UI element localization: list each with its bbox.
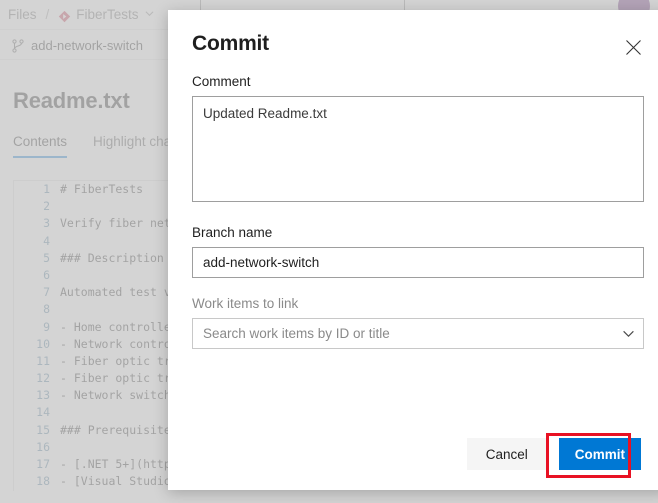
work-items-label: Work items to link bbox=[192, 296, 299, 311]
app-root: Files / FiberTests bbox=[0, 0, 658, 503]
comment-input[interactable] bbox=[192, 96, 644, 202]
chevron-down-icon[interactable] bbox=[622, 318, 635, 349]
dialog-body: Comment Branch name Work items to link bbox=[168, 60, 658, 349]
close-icon[interactable] bbox=[618, 32, 648, 62]
dialog-footer: Cancel Commit bbox=[168, 418, 658, 490]
commit-dialog: Commit Comment Branch name Work items to… bbox=[168, 10, 658, 490]
commit-button[interactable]: Commit bbox=[558, 438, 641, 470]
branch-name-label-field: Branch name bbox=[192, 225, 273, 240]
comment-label: Comment bbox=[192, 74, 251, 89]
dialog-header: Commit bbox=[168, 10, 658, 60]
work-items-input[interactable] bbox=[192, 318, 644, 349]
dialog-title: Commit bbox=[192, 32, 269, 55]
work-items-combobox[interactable] bbox=[192, 318, 644, 349]
cancel-button[interactable]: Cancel bbox=[466, 438, 547, 470]
branch-name-input[interactable] bbox=[192, 247, 644, 278]
